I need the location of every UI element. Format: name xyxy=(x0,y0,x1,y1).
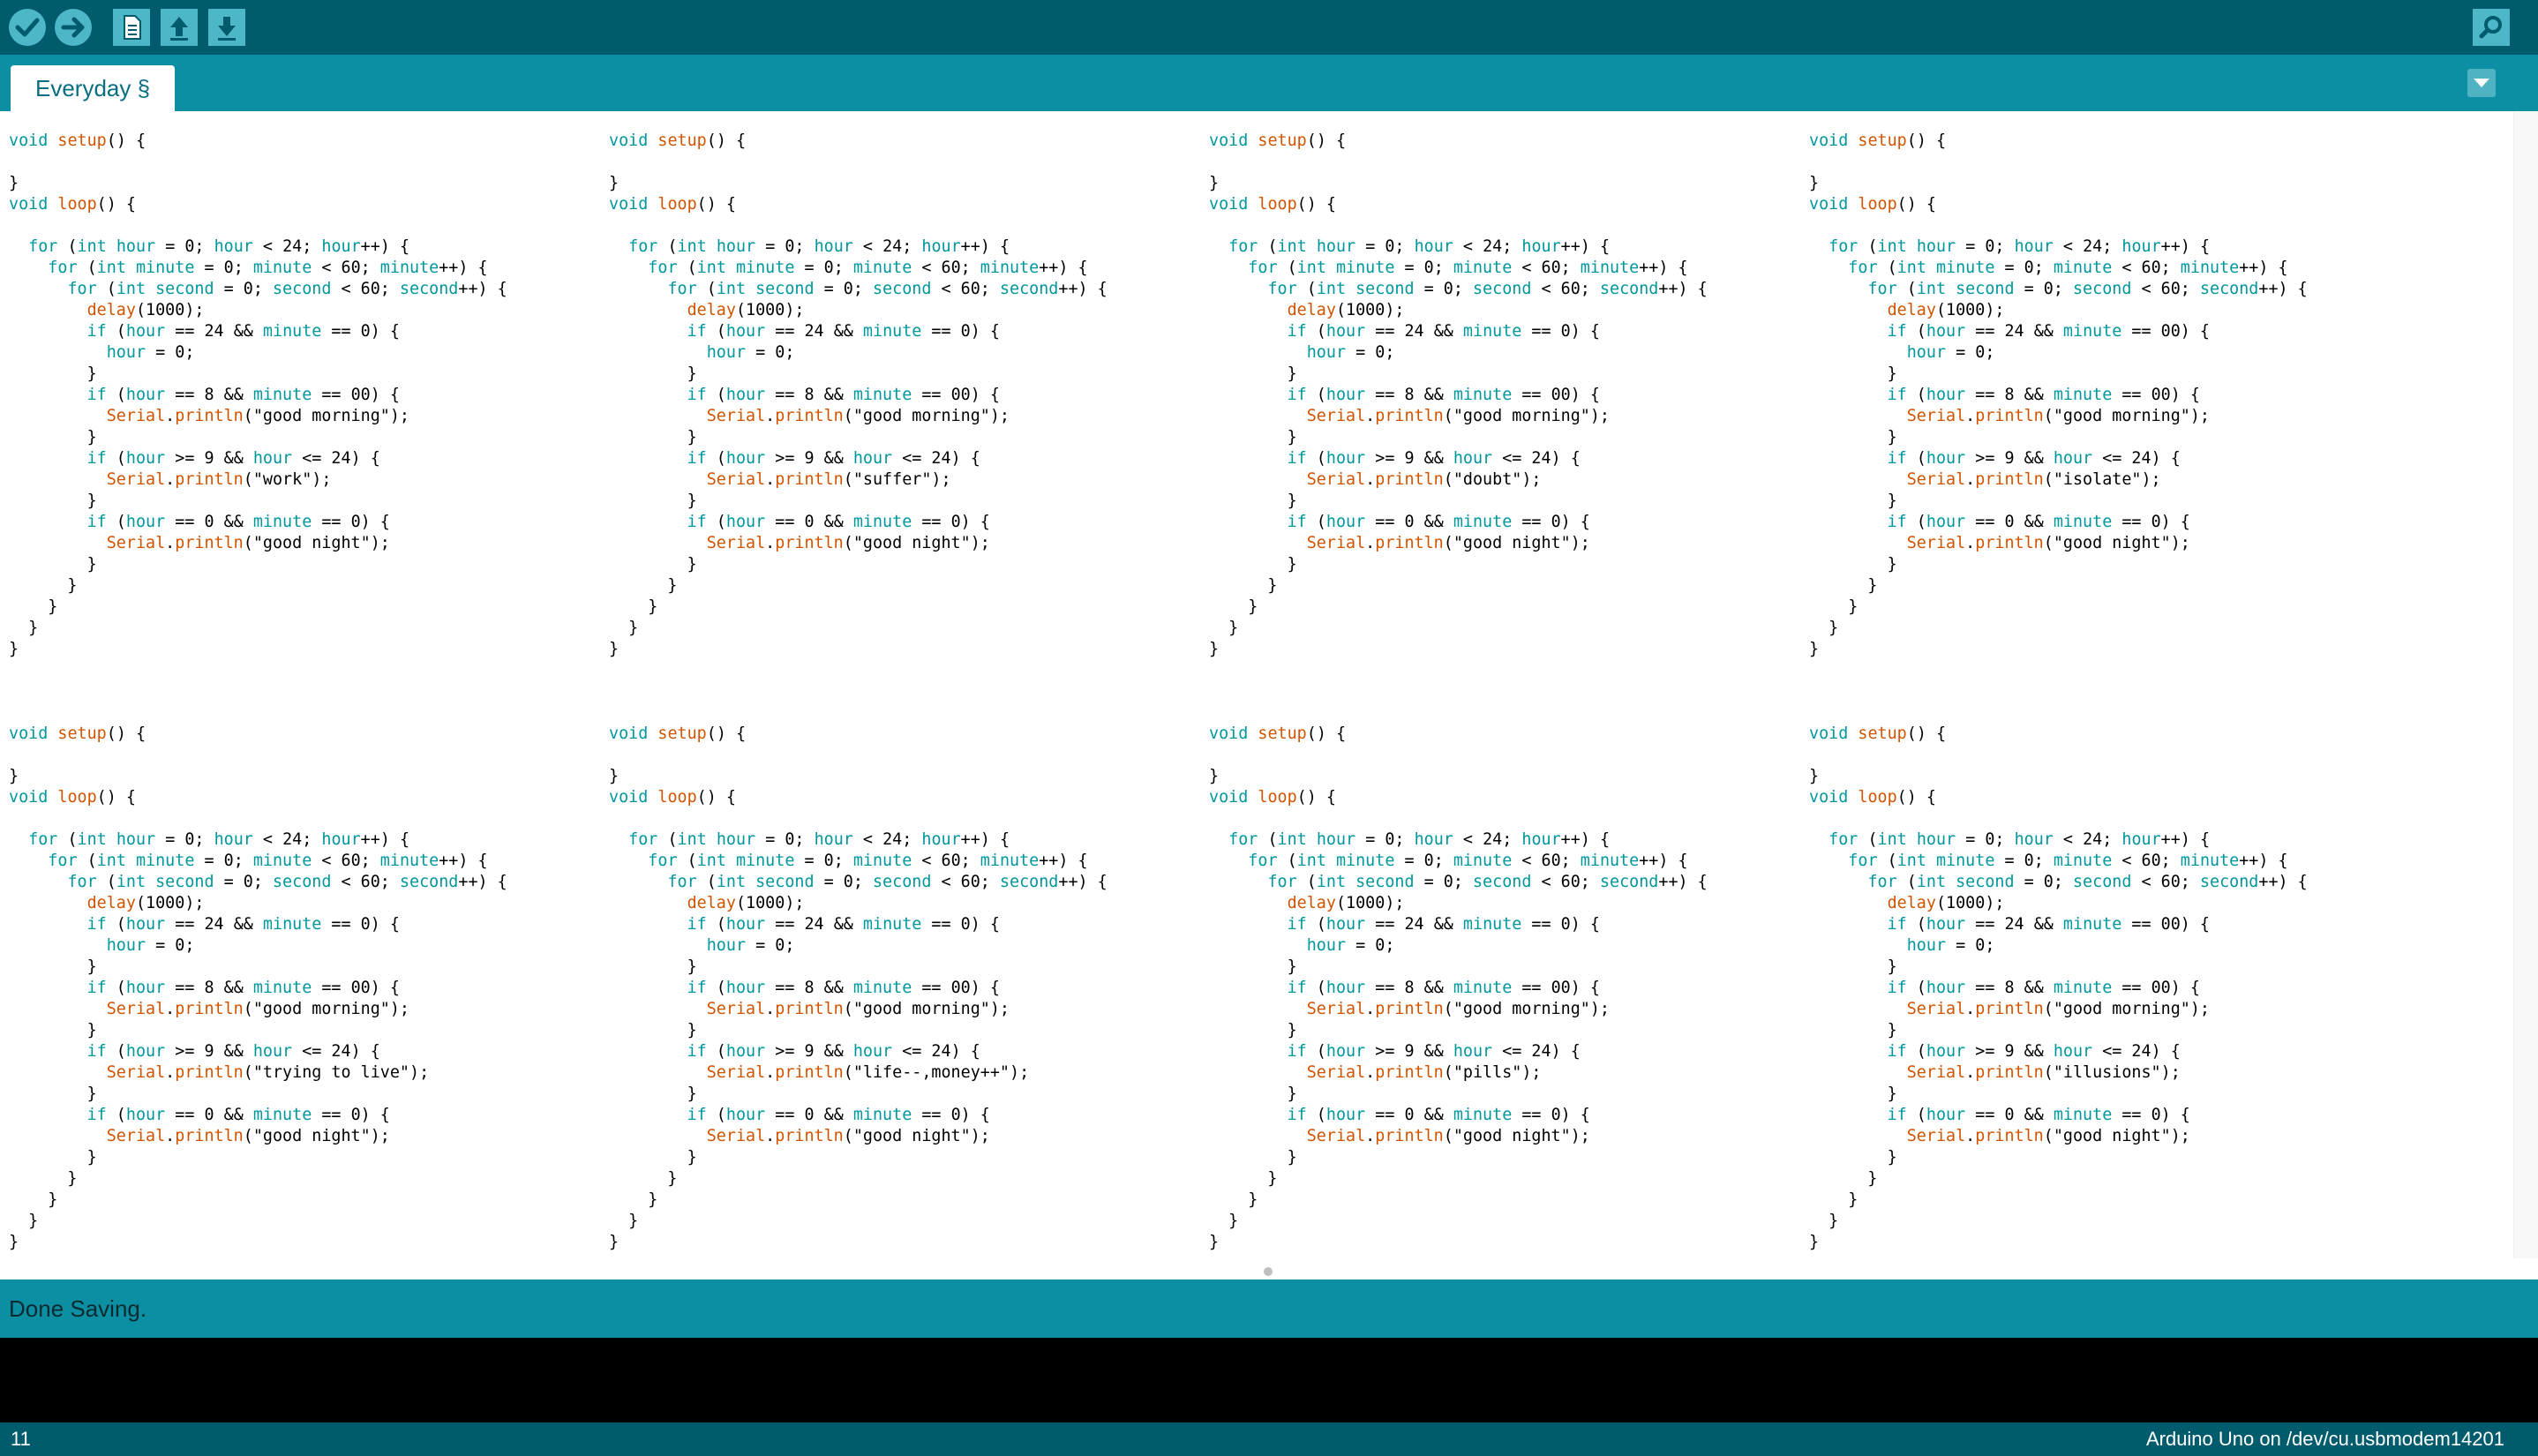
serial-monitor-button[interactable] xyxy=(2471,7,2512,48)
status-message: Done Saving. xyxy=(9,1295,147,1322)
code-block[interactable]: void setup() { } void loop() { for (int … xyxy=(1209,724,1708,1253)
save-button[interactable] xyxy=(206,7,247,48)
verify-button[interactable] xyxy=(7,7,48,48)
tab-bar: Everyday § xyxy=(0,55,2538,111)
code-block[interactable]: void setup() { } void loop() { for (int … xyxy=(9,724,507,1253)
new-button[interactable] xyxy=(111,7,152,48)
status-bar: Done Saving. xyxy=(0,1280,2538,1338)
code-block[interactable]: void setup() { } void loop() { for (int … xyxy=(1809,131,2308,660)
footer-bar: 11 Arduino Uno on /dev/cu.usbmodem14201 xyxy=(0,1422,2538,1456)
editor-scrollbar[interactable] xyxy=(2513,111,2538,1258)
line-number: 11 xyxy=(11,1428,31,1450)
arrow-right-icon xyxy=(55,9,92,46)
arrow-up-icon xyxy=(161,9,198,46)
open-button[interactable] xyxy=(159,7,199,48)
upload-button[interactable] xyxy=(53,7,94,48)
toolbar xyxy=(0,0,2538,55)
tab-everyday[interactable]: Everyday § xyxy=(11,65,176,111)
checkmark-icon xyxy=(9,9,46,46)
code-block[interactable]: void setup() { } void loop() { for (int … xyxy=(609,131,1108,660)
code-block[interactable]: void setup() { } void loop() { for (int … xyxy=(9,131,507,660)
console-output[interactable] xyxy=(0,1338,2538,1422)
code-block[interactable]: void setup() { } void loop() { for (int … xyxy=(609,724,1108,1253)
board-port-info: Arduino Uno on /dev/cu.usbmodem14201 xyxy=(2145,1428,2504,1450)
code-editor[interactable]: void setup() { } void loop() { for (int … xyxy=(0,111,2538,1280)
chevron-down-icon xyxy=(2474,79,2489,87)
code-block[interactable]: void setup() { } void loop() { for (int … xyxy=(1809,724,2308,1253)
tab-menu-button[interactable] xyxy=(2467,69,2496,97)
arrow-down-icon xyxy=(208,9,245,46)
code-block[interactable]: void setup() { } void loop() { for (int … xyxy=(1209,131,1708,660)
magnifier-icon xyxy=(2473,9,2510,46)
divider-handle[interactable] xyxy=(1264,1267,1273,1276)
document-icon xyxy=(113,9,150,46)
